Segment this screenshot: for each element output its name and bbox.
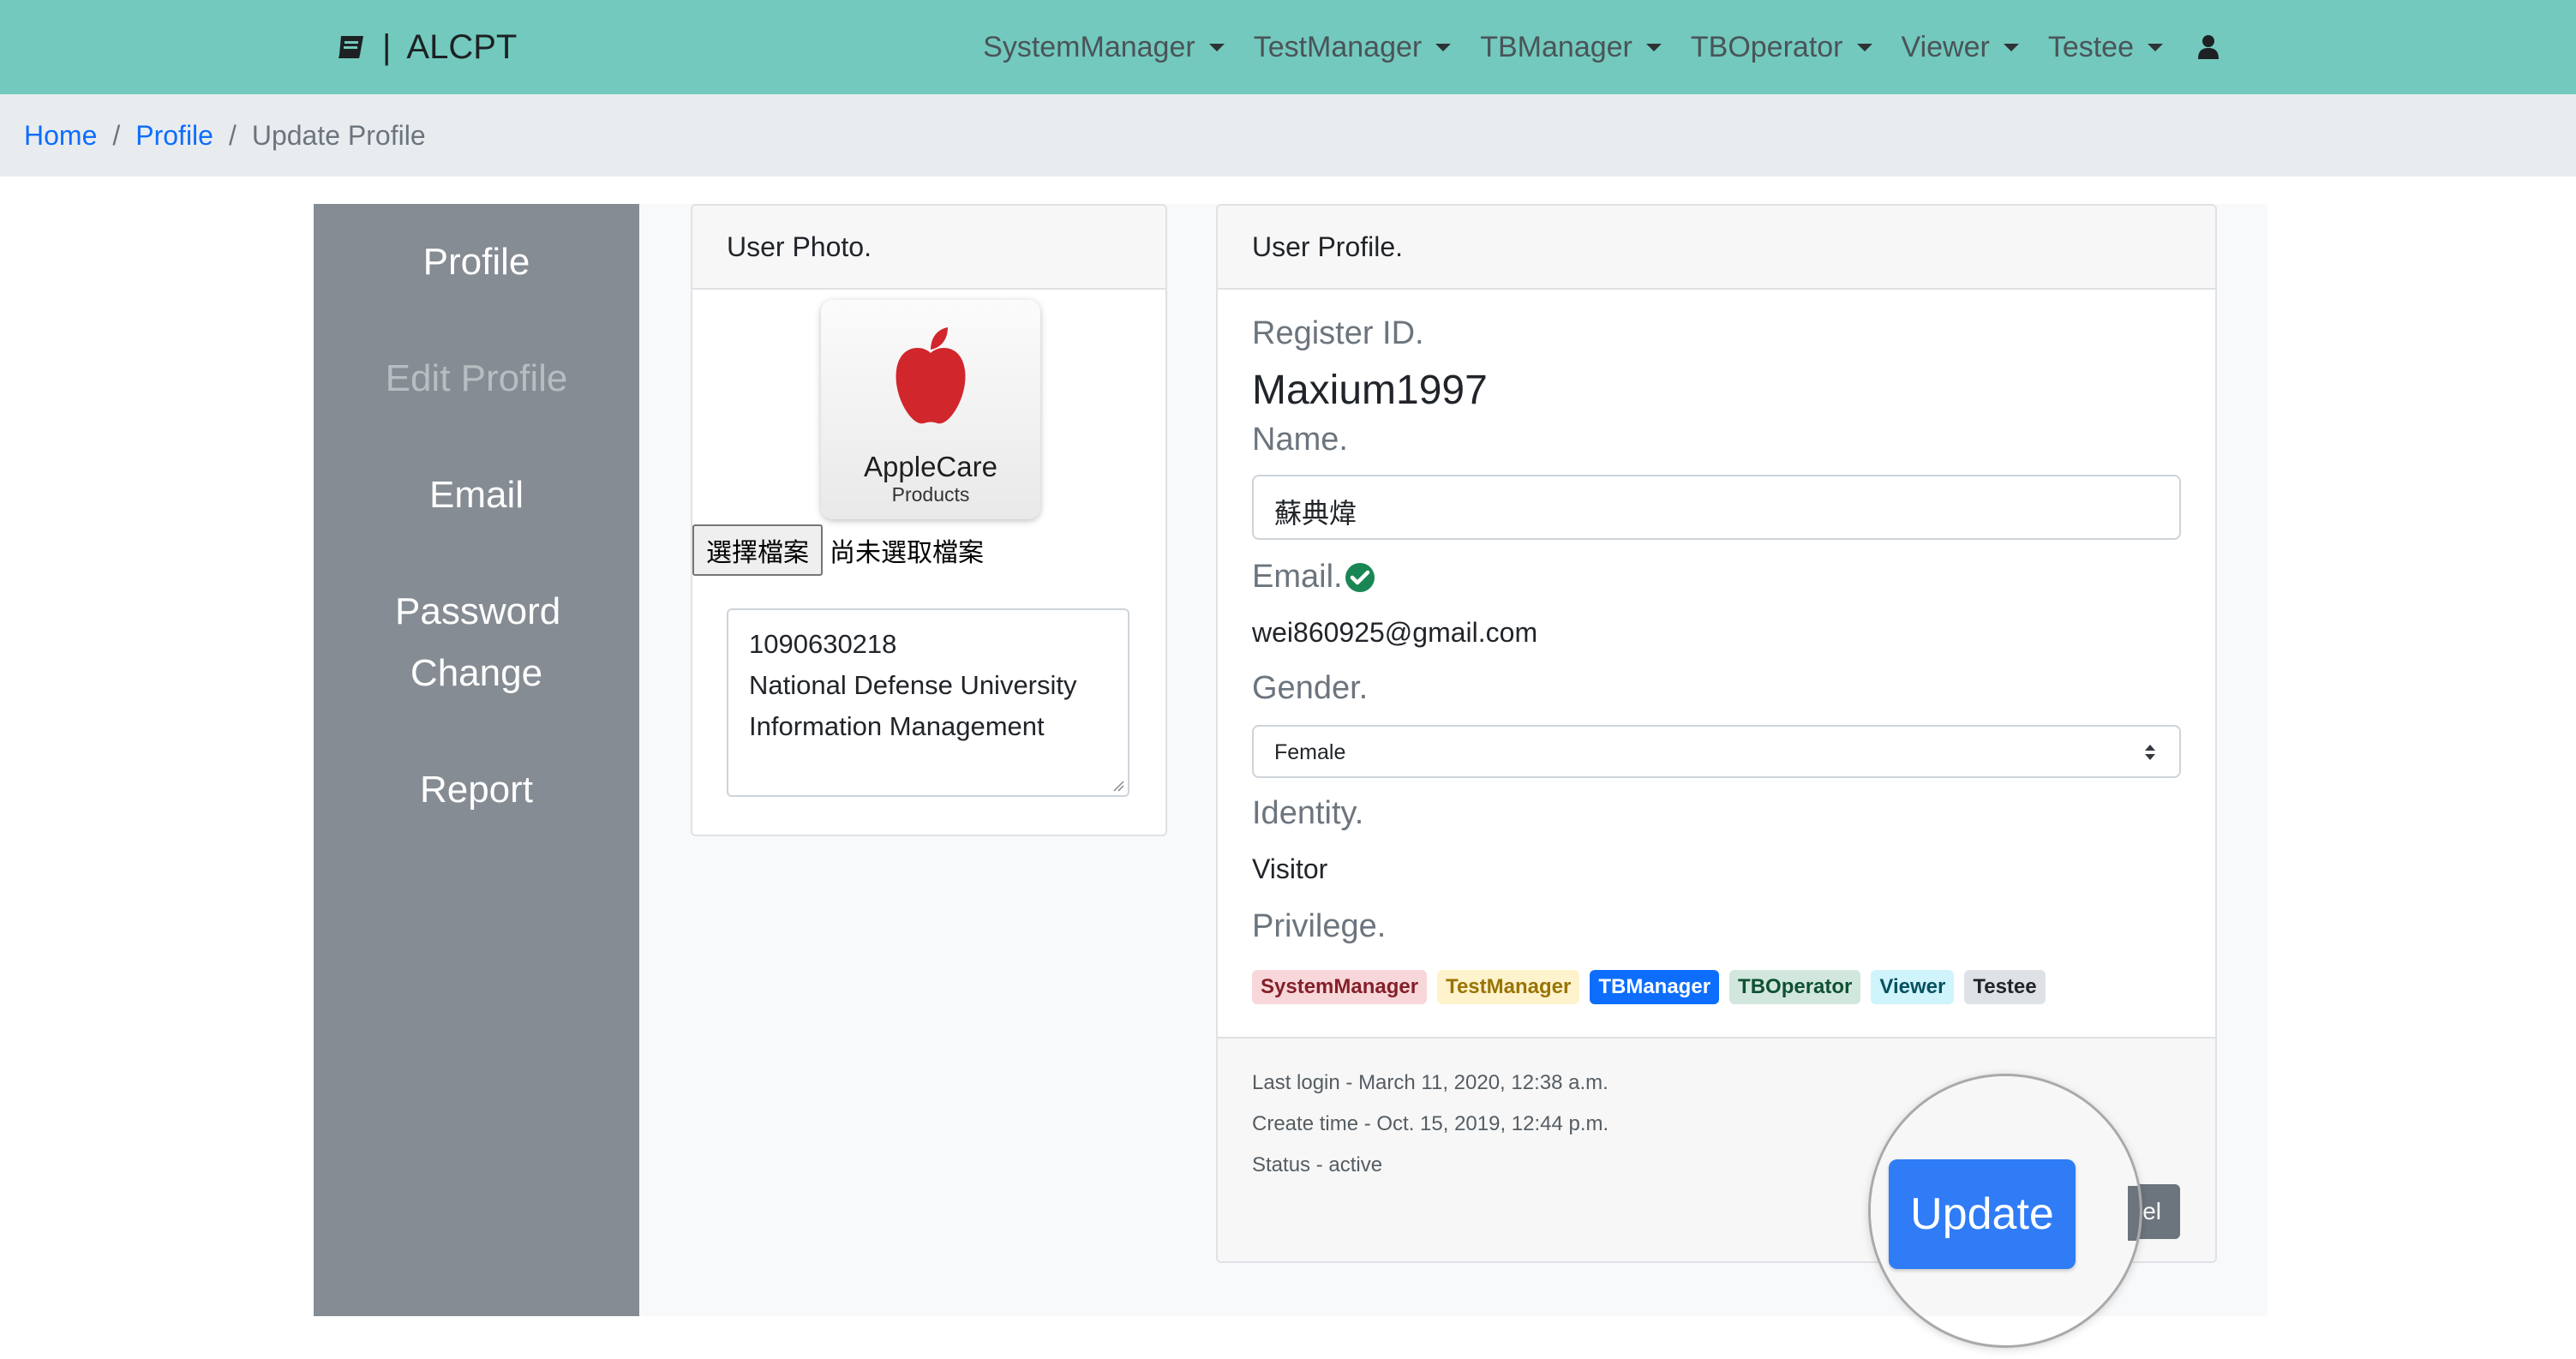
nav-label: Viewer: [1901, 30, 1990, 63]
nav-label: SystemManager: [983, 30, 1195, 63]
privilege-label: Privilege.: [1252, 908, 1387, 944]
last-login-text: Last login - March 11, 2020, 12:38 a.m.: [1252, 1071, 1609, 1094]
sidebar-item-report[interactable]: Report: [314, 759, 639, 821]
privilege-badge-systemmanager: SystemManager: [1252, 970, 1428, 1004]
bio-line: National Defense University: [749, 670, 1077, 700]
name-input-value: 蘇典煒: [1274, 497, 1357, 530]
caret-down-icon: [1208, 43, 1225, 51]
privilege-badge-viewer: Viewer: [1871, 970, 1955, 1004]
email-value: wei860925@gmail.com: [1252, 617, 1538, 648]
breadcrumb-divider: /: [228, 119, 237, 151]
update-button[interactable]: Update: [1889, 1159, 2076, 1269]
select-arrows-icon: [2145, 745, 2155, 760]
nav-testmanager[interactable]: TestManager: [1254, 31, 1452, 64]
caret-down-icon: [2003, 43, 2019, 51]
nav-label: TestManager: [1253, 30, 1423, 63]
create-time-text: Create time - Oct. 15, 2019, 12:44 p.m.: [1252, 1112, 1609, 1135]
caret-down-icon: [1645, 43, 1662, 51]
user-photo-card: User Photo. AppleCare Products 選擇檔案 尚未選取…: [691, 204, 1167, 836]
choose-file-button[interactable]: 選擇檔案: [692, 524, 823, 576]
register-id-value: Maxium1997: [1252, 368, 1488, 413]
breadcrumb-divider: /: [112, 119, 121, 151]
bio-textarea[interactable]: 1090630218 National Defense University I…: [727, 608, 1129, 797]
nav-systemmanager[interactable]: SystemManager: [983, 31, 1225, 64]
cancel-button-label: el: [2142, 1198, 2161, 1224]
brand-name: ALCPT: [406, 27, 518, 66]
gender-select[interactable]: Female: [1252, 725, 2181, 778]
user-photo: AppleCare Products: [821, 300, 1040, 519]
card-title: User Photo.: [692, 206, 1165, 290]
gender-label: Gender.: [1252, 670, 1369, 706]
status-text: Status - active: [1252, 1153, 1383, 1176]
photo-caption-main: AppleCare: [864, 451, 997, 482]
brand-link[interactable]: | ALCPT: [336, 0, 517, 94]
card-title: User Profile.: [1218, 206, 2215, 290]
name-label: Name.: [1252, 422, 1348, 458]
nav-viewer[interactable]: Viewer: [1902, 31, 2019, 64]
identity-value: Visitor: [1252, 853, 1328, 884]
identity-label: Identity.: [1252, 795, 1364, 831]
breadcrumb-profile[interactable]: Profile: [135, 120, 213, 152]
user-icon[interactable]: [2197, 34, 2220, 60]
book-icon: [338, 36, 363, 58]
privilege-badge-tbmanager: TBManager: [1590, 970, 1720, 1004]
sidebar-item-password-change[interactable]: Password Change: [395, 581, 560, 704]
sidebar-item-edit-profile: Edit Profile: [385, 357, 568, 399]
file-status: 尚未選取檔案: [830, 538, 984, 568]
nav-menu: SystemManager TestManager TBManager TBOp…: [954, 0, 2220, 94]
bio-line: Information Management: [749, 711, 1045, 741]
privilege-badges: SystemManager TestManager TBManager TBOp…: [1252, 970, 2056, 1004]
file-upload: 選擇檔案 尚未選取檔案: [692, 524, 984, 576]
caret-down-icon: [2148, 43, 2163, 51]
nav-label: TBManager: [1480, 30, 1632, 63]
nav-tbmanager[interactable]: TBManager: [1480, 31, 1662, 64]
nav-testee[interactable]: Testee: [2048, 31, 2163, 64]
resize-grip-icon[interactable]: [1112, 780, 1124, 792]
photo-caption-sub: Products: [891, 483, 970, 506]
sidebar: Profile Edit Profile Email Password Chan…: [314, 204, 639, 1316]
brand-separator: |: [382, 27, 392, 66]
nav-label: Testee: [2047, 30, 2134, 63]
zoom-cancel-edge: [2128, 1186, 2140, 1241]
breadcrumb: Home / Profile / Update Profile: [0, 94, 2576, 177]
update-button-label: Update: [1910, 1189, 2054, 1239]
bio-line: 1090630218: [749, 629, 897, 659]
nav-tboperator[interactable]: TBOperator: [1691, 31, 1872, 64]
breadcrumb-current: Update Profile: [251, 119, 426, 151]
caret-down-icon: [1856, 43, 1872, 51]
nav-label: TBOperator: [1690, 30, 1843, 63]
apple-logo-icon: [896, 327, 966, 424]
verified-check-icon: [1345, 562, 1375, 592]
name-input[interactable]: 蘇典煒: [1252, 475, 2181, 540]
caret-down-icon: [1435, 43, 1452, 51]
privilege-badge-testmanager: TestManager: [1437, 970, 1580, 1004]
email-label: Email.: [1252, 559, 1343, 595]
sidebar-item-email[interactable]: Email: [314, 464, 639, 526]
email-heading: Email.: [1252, 559, 1375, 596]
sidebar-item-profile[interactable]: Profile: [314, 231, 639, 293]
top-navbar: | ALCPT SystemManager TestManager TBMana…: [0, 0, 2576, 94]
register-id-label: Register ID.: [1252, 315, 1424, 351]
privilege-badge-tboperator: TBOperator: [1729, 970, 1861, 1004]
breadcrumb-home[interactable]: Home: [24, 120, 97, 152]
privilege-badge-testee: Testee: [1964, 970, 2046, 1004]
gender-selected-value: Female: [1274, 740, 1346, 764]
